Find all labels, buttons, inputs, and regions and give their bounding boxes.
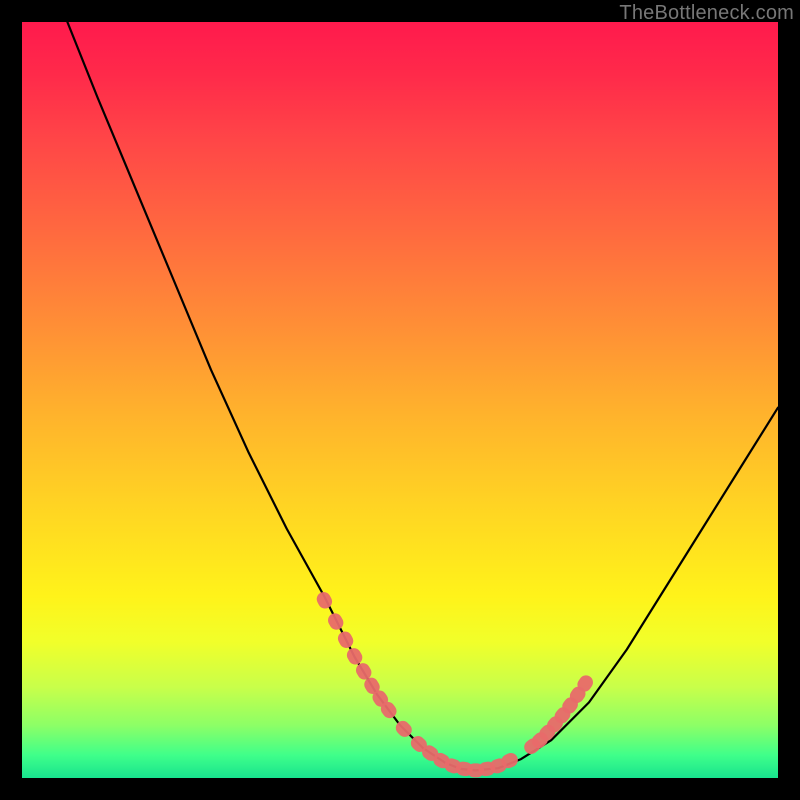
data-point bbox=[326, 611, 346, 632]
watermark-text: TheBottleneck.com bbox=[619, 2, 794, 25]
data-point bbox=[314, 590, 334, 611]
data-point bbox=[335, 629, 355, 650]
chart-frame bbox=[22, 22, 778, 778]
bottleneck-curve bbox=[67, 22, 778, 770]
data-point-markers bbox=[314, 590, 595, 778]
chart-svg bbox=[22, 22, 778, 778]
